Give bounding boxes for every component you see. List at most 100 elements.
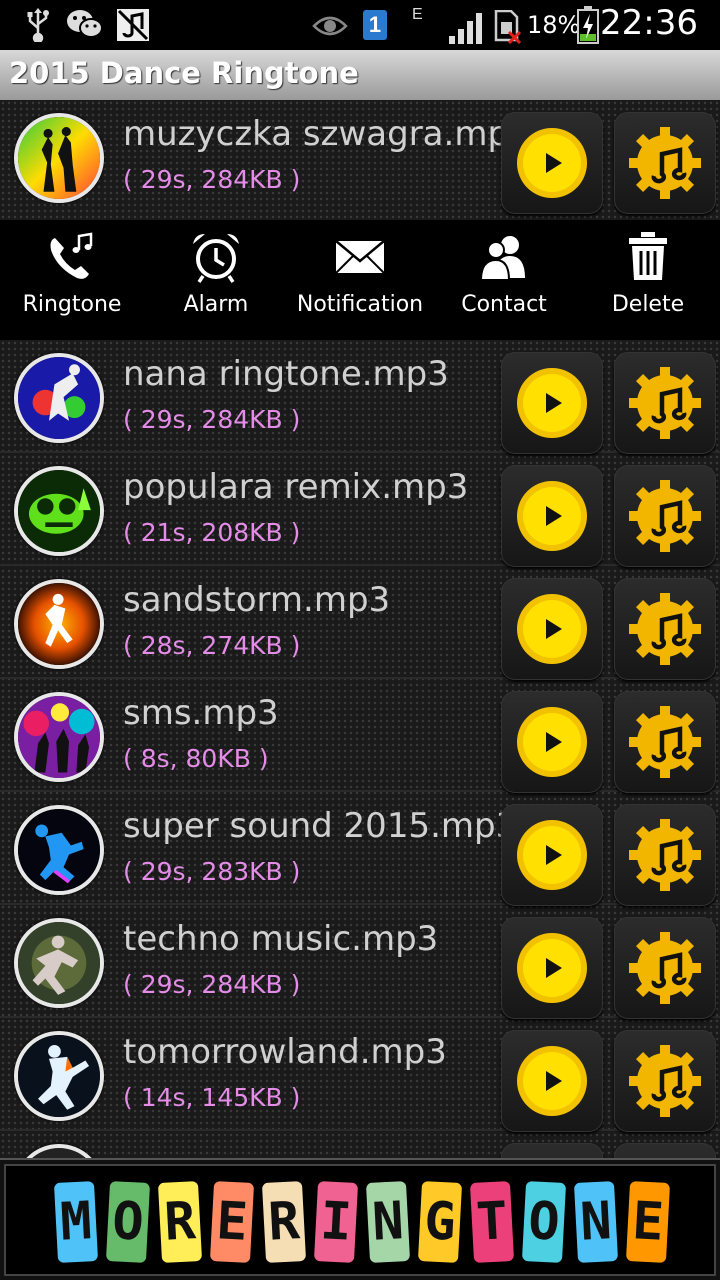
action-label: Notification [296,292,424,317]
banner-artwork[interactable]: MORERINGTONE [4,1164,716,1276]
ringtone-meta: ( 29s, 284KB ) [123,970,301,999]
network-type: E [412,6,423,23]
ringtone-thumbnail [14,113,104,203]
ringtone-meta: ( 28s, 274KB ) [123,631,301,660]
ringtone-meta: ( 29s, 284KB ) [123,405,301,434]
play-button[interactable] [501,1143,603,1158]
banner-letter: E [209,1181,255,1263]
set-ringtone-button[interactable] [614,917,716,1019]
play-icon [517,128,587,198]
ringtone-name: sms.mp3 [123,693,279,733]
ringtone-row[interactable]: populara remix.mp3 ( 21s, 208KB ) [0,453,720,567]
music-gear-icon [629,819,701,891]
ringtone-row[interactable]: sandstorm.mp3 ( 28s, 274KB ) [0,566,720,680]
banner-letter: M [53,1181,99,1263]
ringtone-row[interactable]: super sound 2015.mp3 ( 29s, 283KB ) [0,792,720,906]
play-button[interactable] [501,917,603,1019]
ringtone-list[interactable]: muzyczka szwagra.mp3 ( 29s, 284KB ) Ring… [0,100,720,1158]
ringtone-meta: ( 29s, 283KB ) [123,857,301,886]
ringtone-row[interactable]: muzyczka szwagra.mp3 ( 29s, 284KB ) [0,100,720,220]
play-icon [517,368,587,438]
music-gear-icon [629,932,701,1004]
play-icon [517,707,587,777]
music-gear-icon [629,367,701,439]
ringtone-row[interactable]: techno music.mp3 ( 29s, 284KB ) [0,905,720,1019]
play-icon [517,481,587,551]
ringtone-row[interactable]: sms.mp3 ( 8s, 80KB ) [0,679,720,793]
ringtone-name: populara remix.mp3 [123,467,469,507]
ringtone-thumbnail [14,466,104,556]
ringtone-meta: ( 8s, 80KB ) [123,744,269,773]
action-ringtone[interactable]: Ringtone [0,220,144,340]
alarm-clock-icon [193,234,239,283]
play-button[interactable] [501,352,603,454]
ringtone-name: tomorrowland.mp3 [123,1032,447,1072]
banner-letter: O [105,1181,151,1263]
action-notification[interactable]: Notification [288,220,432,340]
play-button[interactable] [501,804,603,906]
action-alarm[interactable]: Alarm [144,220,288,340]
banner-letter: G [417,1181,463,1263]
ringtone-row-partial[interactable] [0,1131,720,1158]
clock: 22:36 [600,3,698,43]
set-ringtone-button[interactable] [614,1030,716,1132]
app-title-bar: 2015 Dance Ringtone [0,50,720,100]
action-delete[interactable]: Delete [576,220,720,340]
play-button[interactable] [501,1030,603,1132]
action-bar: Ringtone Alarm Notification Contact Dele… [0,220,720,340]
ringtone-thumbnail [14,579,104,669]
music-gear-icon [629,127,701,199]
banner-letter: R [261,1181,307,1263]
ringtone-name: nana ringtone.mp3 [123,354,449,394]
ringtone-thumbnail [14,692,104,782]
set-ringtone-button[interactable] [614,1143,716,1158]
ringtone-row[interactable]: nana ringtone.mp3 ( 29s, 284KB ) [0,340,720,454]
page-title: 2015 Dance Ringtone [9,56,359,90]
action-label: Ringtone [22,292,122,317]
banner-letter: T [469,1181,515,1263]
status-bar: 1 E 18% 22:36 [0,0,720,50]
ringtone-meta: ( 29s, 284KB ) [123,165,301,194]
action-label: Delete [611,292,685,317]
music-gear-icon [629,480,701,552]
ringtone-thumbnail [14,1144,104,1158]
play-button[interactable] [501,465,603,567]
trash-icon [629,232,667,280]
set-ringtone-button[interactable] [614,352,716,454]
ringtone-name: muzyczka szwagra.mp3 [123,114,503,154]
phone-music-icon [50,232,93,279]
ringtone-name: super sound 2015.mp3 [123,806,503,846]
music-gear-icon [629,1045,701,1117]
set-ringtone-button[interactable] [614,804,716,906]
ringtone-meta: ( 14s, 145KB ) [123,1083,301,1112]
banner-letter: R [157,1181,203,1263]
battery-charging-icon [577,6,599,44]
ringtone-thumbnail [14,1031,104,1121]
action-label: Contact [461,292,547,317]
ringtone-row[interactable]: tomorrowland.mp3 ( 14s, 145KB ) [0,1018,720,1132]
set-ringtone-button[interactable] [614,691,716,793]
set-ringtone-button[interactable] [614,112,716,214]
play-icon [517,1046,587,1116]
banner-letter: I [313,1181,359,1263]
more-ringtone-banner[interactable]: MORERINGTONE [0,1158,720,1280]
play-button[interactable] [501,691,603,793]
eye-icon [312,16,348,36]
ringtone-thumbnail [14,805,104,895]
play-button[interactable] [501,112,603,214]
action-contact[interactable]: Contact [432,220,576,340]
play-icon [517,594,587,664]
ringtone-thumbnail [14,918,104,1008]
set-ringtone-button[interactable] [614,578,716,680]
action-label: Alarm [183,292,249,317]
ringtone-name: techno music.mp3 [123,919,439,959]
ringtone-meta: ( 21s, 208KB ) [123,518,301,547]
wechat-icon [67,10,103,38]
ringtone-name: sandstorm.mp3 [123,580,391,620]
ringtone-thumbnail [14,353,104,443]
set-ringtone-button[interactable] [614,465,716,567]
play-button[interactable] [501,578,603,680]
no-music-icon [117,9,149,41]
contacts-icon [479,236,525,281]
battery-percent: 18% [527,11,581,39]
